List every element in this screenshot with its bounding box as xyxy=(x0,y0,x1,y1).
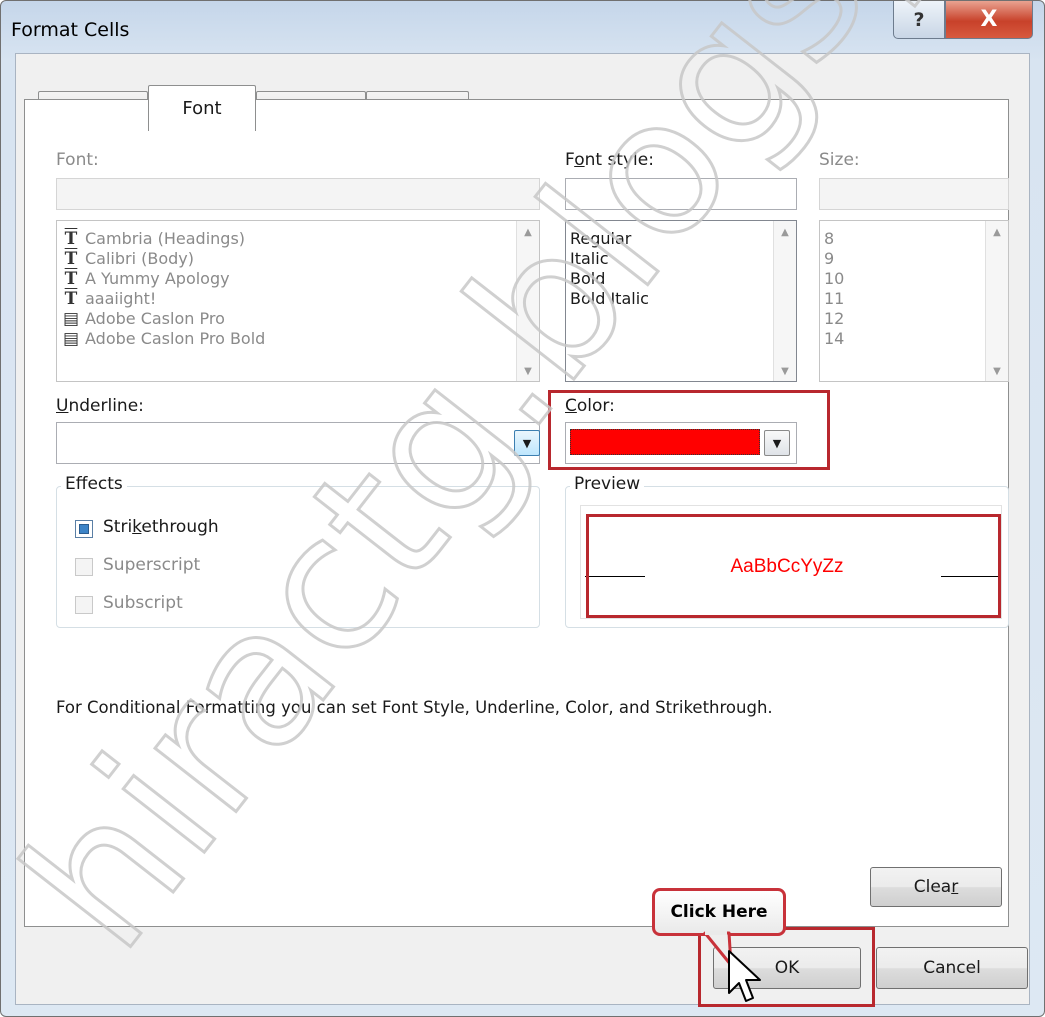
font-style-list-item-label: Italic xyxy=(570,249,609,268)
font-style-list-item[interactable]: Regular xyxy=(570,229,796,249)
dialog-title: Format Cells xyxy=(11,19,130,41)
chevron-down-icon: ▼ xyxy=(522,436,532,450)
font-list-item-label: aaaiight! xyxy=(85,289,157,308)
size-list-item-label: 9 xyxy=(824,249,835,268)
font-list-item[interactable]: T Cambria (Headings) xyxy=(61,229,539,249)
size-list-item-label: 12 xyxy=(824,309,845,328)
scroll-up-icon[interactable]: ▲ xyxy=(778,227,792,238)
size-list-item[interactable]: 12 xyxy=(824,309,1008,329)
font-style-scrollbar[interactable]: ▲ ▼ xyxy=(773,221,796,381)
font-list-item-label: Adobe Caslon Pro Bold xyxy=(85,329,266,348)
subscript-label: Subscript xyxy=(103,593,183,613)
effects-label: Effects xyxy=(61,474,127,494)
font-list-item[interactable]: Taaaiight! xyxy=(61,289,539,309)
size-list[interactable]: 8 9 10 11 12 14 ▲ ▼ xyxy=(819,220,1009,382)
truetype-icon: T xyxy=(64,269,78,289)
size-list-item[interactable]: 8 xyxy=(824,229,1008,249)
font-list-item-label: A Yummy Apology xyxy=(85,269,230,288)
info-text: For Conditional Formatting you can set F… xyxy=(56,698,773,717)
size-list-item[interactable]: 14 xyxy=(824,329,1008,349)
strikethrough-checkbox[interactable] xyxy=(75,520,93,538)
underline-label: Underline: xyxy=(56,396,144,416)
size-input[interactable] xyxy=(819,178,1009,210)
font-list-item[interactable]: ▤ Adobe Caslon Pro xyxy=(61,309,539,329)
font-tab-panel: Font: T Cambria (Headings) T Calibri (Body)… xyxy=(24,99,1009,927)
strikethrough-label: Strikethrough xyxy=(103,517,219,537)
font-style-list-item[interactable]: Italic xyxy=(570,249,796,269)
font-style-label: Font style: xyxy=(565,150,654,170)
font-style-list[interactable]: Regular Italic Bold Bold Italic ▲ ▼ xyxy=(565,220,797,382)
size-label: Size: xyxy=(819,150,860,170)
font-list-item-label: Cambria (Headings) xyxy=(85,229,246,248)
opentype-icon: ▤ xyxy=(62,309,80,329)
size-list-item-label: 11 xyxy=(824,289,845,308)
truetype-icon: T xyxy=(64,229,78,249)
font-list-item-label: Calibri (Body) xyxy=(85,249,195,268)
font-list-item-label: Adobe Caslon Pro xyxy=(85,309,225,328)
close-button[interactable]: X xyxy=(945,1,1033,39)
close-icon: X xyxy=(980,7,998,32)
preview-highlight-box xyxy=(586,514,1001,618)
truetype-icon: T xyxy=(64,249,78,269)
font-style-input[interactable] xyxy=(565,178,797,210)
scroll-down-icon[interactable]: ▼ xyxy=(990,366,1004,377)
help-button[interactable]: ? xyxy=(893,1,945,39)
font-list[interactable]: T Cambria (Headings) T Calibri (Body) T A Yum… xyxy=(56,220,540,382)
opentype-icon: ▤ xyxy=(62,329,80,349)
clear-button[interactable]: Clea r xyxy=(870,867,1002,907)
help-icon: ? xyxy=(913,8,925,31)
size-list-item[interactable]: 10 xyxy=(824,269,1008,289)
size-list-scrollbar[interactable]: ▲ ▼ xyxy=(985,221,1008,381)
font-list-item[interactable]: T Calibri (Body) xyxy=(61,249,539,269)
font-list-item[interactable]: T A Yummy Apology xyxy=(61,269,539,289)
font-style-list-item-label: Bold Italic xyxy=(570,289,649,308)
underline-dropdown-button[interactable]: ▼ xyxy=(514,430,540,456)
subscript-checkbox[interactable] xyxy=(75,596,93,614)
format-cells-dialog: Format Cells ? X Number Font Border Fill… xyxy=(0,0,1045,1017)
size-list-item-label: 8 xyxy=(824,229,835,248)
mouse-cursor-icon xyxy=(728,950,761,1002)
font-list-scrollbar[interactable]: ▲ ▼ xyxy=(516,221,539,381)
size-list-item-label: 14 xyxy=(824,329,845,348)
scroll-up-icon[interactable]: ▲ xyxy=(990,227,1004,238)
tab-font[interactable]: Font xyxy=(148,85,256,131)
font-name-input[interactable] xyxy=(56,178,540,210)
scroll-down-icon[interactable]: ▼ xyxy=(521,366,535,377)
size-list-item-label: 10 xyxy=(824,269,845,288)
scroll-up-icon[interactable]: ▲ xyxy=(521,227,535,238)
size-list-item[interactable]: 9 xyxy=(824,249,1008,269)
font-style-list-item[interactable]: Bold xyxy=(570,269,796,289)
color-highlight-box xyxy=(548,390,830,470)
size-list-item[interactable]: 11 xyxy=(824,289,1008,309)
preview-label: Preview xyxy=(570,474,645,494)
font-style-list-item[interactable]: Bold Italic xyxy=(570,289,796,309)
superscript-checkbox[interactable] xyxy=(75,558,93,576)
font-label: Font: xyxy=(56,150,99,170)
cancel-button[interactable]: Cancel xyxy=(876,947,1028,989)
truetype-icon: T xyxy=(64,289,78,309)
click-here-callout: Click Here xyxy=(652,888,786,936)
underline-dropdown[interactable]: ▼ xyxy=(56,422,540,464)
font-style-list-item-label: Bold xyxy=(570,269,606,288)
font-style-list-item-label: Regular xyxy=(570,229,632,248)
superscript-label: Superscript xyxy=(103,555,201,575)
font-list-item[interactable]: ▤ Adobe Caslon Pro Bold xyxy=(61,329,539,349)
scroll-down-icon[interactable]: ▼ xyxy=(778,366,792,377)
